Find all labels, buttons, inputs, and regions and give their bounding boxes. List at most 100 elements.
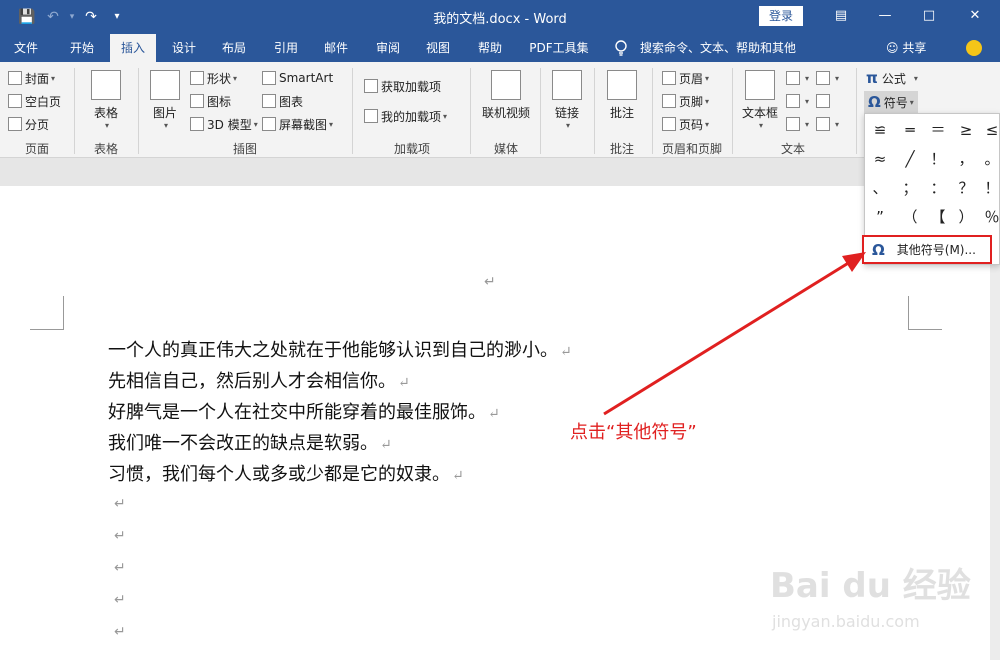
blank-page-button[interactable]: 空白页 — [8, 91, 61, 111]
document-line[interactable]: 习惯，我们每个人或多或少都是它的奴隶。 ↵ — [108, 460, 464, 486]
login-button[interactable]: 登录 — [759, 6, 803, 26]
paragraph-mark: ↵ — [114, 592, 126, 608]
screenshot-icon — [262, 117, 276, 131]
document-line[interactable]: 好脾气是一个人在社交中所能穿着的最佳服饰。 ↵ — [108, 398, 500, 424]
paragraph-mark: ↵ — [398, 375, 410, 391]
table-button[interactable]: 表格 ▾ — [82, 70, 130, 130]
header-icon — [662, 71, 676, 85]
table-icon — [91, 70, 121, 100]
paragraph-mark: ↵ — [114, 560, 126, 576]
tab-mailings[interactable]: 邮件 — [314, 34, 358, 62]
symbol-cell[interactable]: ≤ — [979, 116, 1000, 144]
page-break-button[interactable]: 分页 — [8, 114, 49, 134]
document-line[interactable]: 我们唯一不会改正的缺点是软弱。 ↵ — [108, 429, 392, 455]
tab-home[interactable]: 开始 — [56, 34, 108, 62]
symbol-cell[interactable]: ＝ — [925, 116, 951, 144]
symbol-cell[interactable]: ！ — [925, 145, 951, 173]
symbol-cell[interactable]: ╱ — [897, 145, 923, 173]
page-number-button[interactable]: 页码 ▾ — [662, 114, 709, 134]
document-line[interactable]: 一个人的真正伟大之处就在于他能够认识到自己的渺小。 ↵ — [108, 336, 572, 362]
paragraph-mark: ↵ — [114, 496, 126, 512]
baidu-watermark: Bai du 经验 — [770, 566, 971, 606]
my-addins-button[interactable]: 我的加载项 ▾ — [364, 106, 447, 126]
symbol-cell[interactable]: 。 — [979, 145, 1000, 173]
group-label-text: 文本 — [780, 142, 805, 156]
cover-page-button[interactable]: 封面 ▾ — [8, 68, 55, 88]
omega-icon: Ω — [872, 240, 885, 259]
crop-mark-top-left — [30, 296, 64, 330]
icons-button[interactable]: 图标 — [190, 91, 231, 111]
online-video-button[interactable]: 联机视频 — [478, 70, 534, 121]
wordart-icon — [786, 94, 800, 108]
symbol-cell[interactable]: ： — [925, 174, 951, 202]
date-time-button[interactable] — [816, 91, 833, 111]
symbol-cell[interactable]: ； — [897, 174, 923, 202]
symbol-cell[interactable]: ≌ — [867, 116, 893, 144]
shapes-icon — [190, 71, 204, 85]
tab-view[interactable]: 视图 — [416, 34, 460, 62]
symbol-cell[interactable]: ≈ — [867, 145, 893, 173]
group-label-header-footer: 页眉和页脚 — [661, 142, 722, 156]
get-addins-button[interactable]: 获取加载项 — [364, 76, 441, 96]
wordart-button[interactable]: ▾ — [786, 91, 809, 111]
equation-button[interactable]: π 公式 ▾ — [866, 68, 918, 88]
document-line[interactable]: 先相信自己，然后别人才会相信你。 ↵ — [108, 367, 410, 393]
tab-layout[interactable]: 布局 — [212, 34, 256, 62]
symbol-button[interactable]: Ω 符号 ▾ — [864, 91, 918, 113]
tab-design[interactable]: 设计 — [162, 34, 206, 62]
maximize-icon[interactable]: □ — [906, 4, 952, 28]
my-addins-icon — [364, 109, 378, 123]
icons-icon — [190, 94, 204, 108]
smartart-button[interactable]: SmartArt — [262, 68, 333, 88]
ribbon-separator — [732, 68, 733, 154]
textbox-button[interactable]: 文本框 ▾ — [738, 70, 782, 130]
tab-file[interactable]: 文件 — [0, 34, 52, 62]
3d-model-button[interactable]: 3D 模型 ▾ — [190, 114, 258, 134]
object-button[interactable]: ▾ — [816, 114, 839, 134]
symbol-cell[interactable]: ， — [953, 145, 979, 173]
symbol-cell[interactable]: 、 — [867, 174, 893, 202]
tab-pdf-tools[interactable]: PDF工具集 — [522, 34, 596, 62]
tab-references[interactable]: 引用 — [264, 34, 308, 62]
tab-insert[interactable]: 插入 — [110, 34, 156, 62]
object-icon — [816, 117, 830, 131]
group-label-media: 媒体 — [493, 142, 518, 156]
symbol-cell[interactable]: ） — [953, 203, 979, 231]
symbol-cell[interactable]: ≥ — [953, 116, 979, 144]
ribbon-separator — [470, 68, 471, 154]
tab-help[interactable]: 帮助 — [468, 34, 512, 62]
symbol-cell[interactable]: ═ — [897, 116, 923, 144]
symbol-cell[interactable]: ！ — [979, 174, 1000, 202]
close-icon[interactable]: ✕ — [952, 4, 998, 28]
signature-line-button[interactable]: ▾ — [816, 68, 839, 88]
chart-button[interactable]: 图表 — [262, 91, 303, 111]
symbol-cell[interactable]: ？ — [953, 174, 979, 202]
link-icon — [552, 70, 582, 100]
feedback-smiley-icon[interactable] — [966, 40, 982, 56]
title-bar: 💾 ↶ ▾ ↷ ▾ 我的文档.docx - Word 登录 ▤ — □ ✕ — [0, 0, 1000, 34]
tell-me-search[interactable]: 搜索命令、文本、帮助和其他 — [640, 34, 796, 62]
symbol-cell[interactable]: ％ — [979, 203, 1000, 231]
comment-button[interactable]: 批注 — [600, 70, 644, 121]
symbol-cell[interactable]: 【 — [925, 203, 951, 231]
footer-button[interactable]: 页脚 ▾ — [662, 91, 709, 111]
share-button[interactable]: ☺ 共享 — [886, 34, 926, 62]
baidu-watermark-url: jingyan.baidu.com — [772, 612, 920, 631]
minimize-icon[interactable]: — — [862, 4, 908, 28]
quick-parts-button[interactable]: ▾ — [786, 68, 809, 88]
drop-cap-button[interactable]: ▾ — [786, 114, 809, 134]
paragraph-mark: ↵ — [452, 468, 464, 484]
tab-review[interactable]: 审阅 — [366, 34, 410, 62]
picture-button[interactable]: 图片 ▾ — [144, 70, 186, 130]
link-button[interactable]: 链接 ▾ — [546, 70, 588, 130]
symbol-cell[interactable]: （ — [897, 203, 923, 231]
ribbon-insert: 封面 ▾ 空白页 分页 页面 表格 ▾ 表格 图片 ▾ 形状 ▾ 图标 3D 模型 ▾ S… — [0, 62, 1000, 158]
ribbon-separator — [652, 68, 653, 154]
smartart-icon — [262, 71, 276, 85]
symbol-cell[interactable]: ” — [867, 203, 893, 231]
header-button[interactable]: 页眉 ▾ — [662, 68, 709, 88]
more-symbols-menu-item[interactable]: Ω 其他符号(M)... — [862, 235, 992, 264]
shapes-button[interactable]: 形状 ▾ — [190, 68, 237, 88]
ribbon-display-options-icon[interactable]: ▤ — [818, 4, 864, 28]
screenshot-button[interactable]: 屏幕截图 ▾ — [262, 114, 333, 134]
